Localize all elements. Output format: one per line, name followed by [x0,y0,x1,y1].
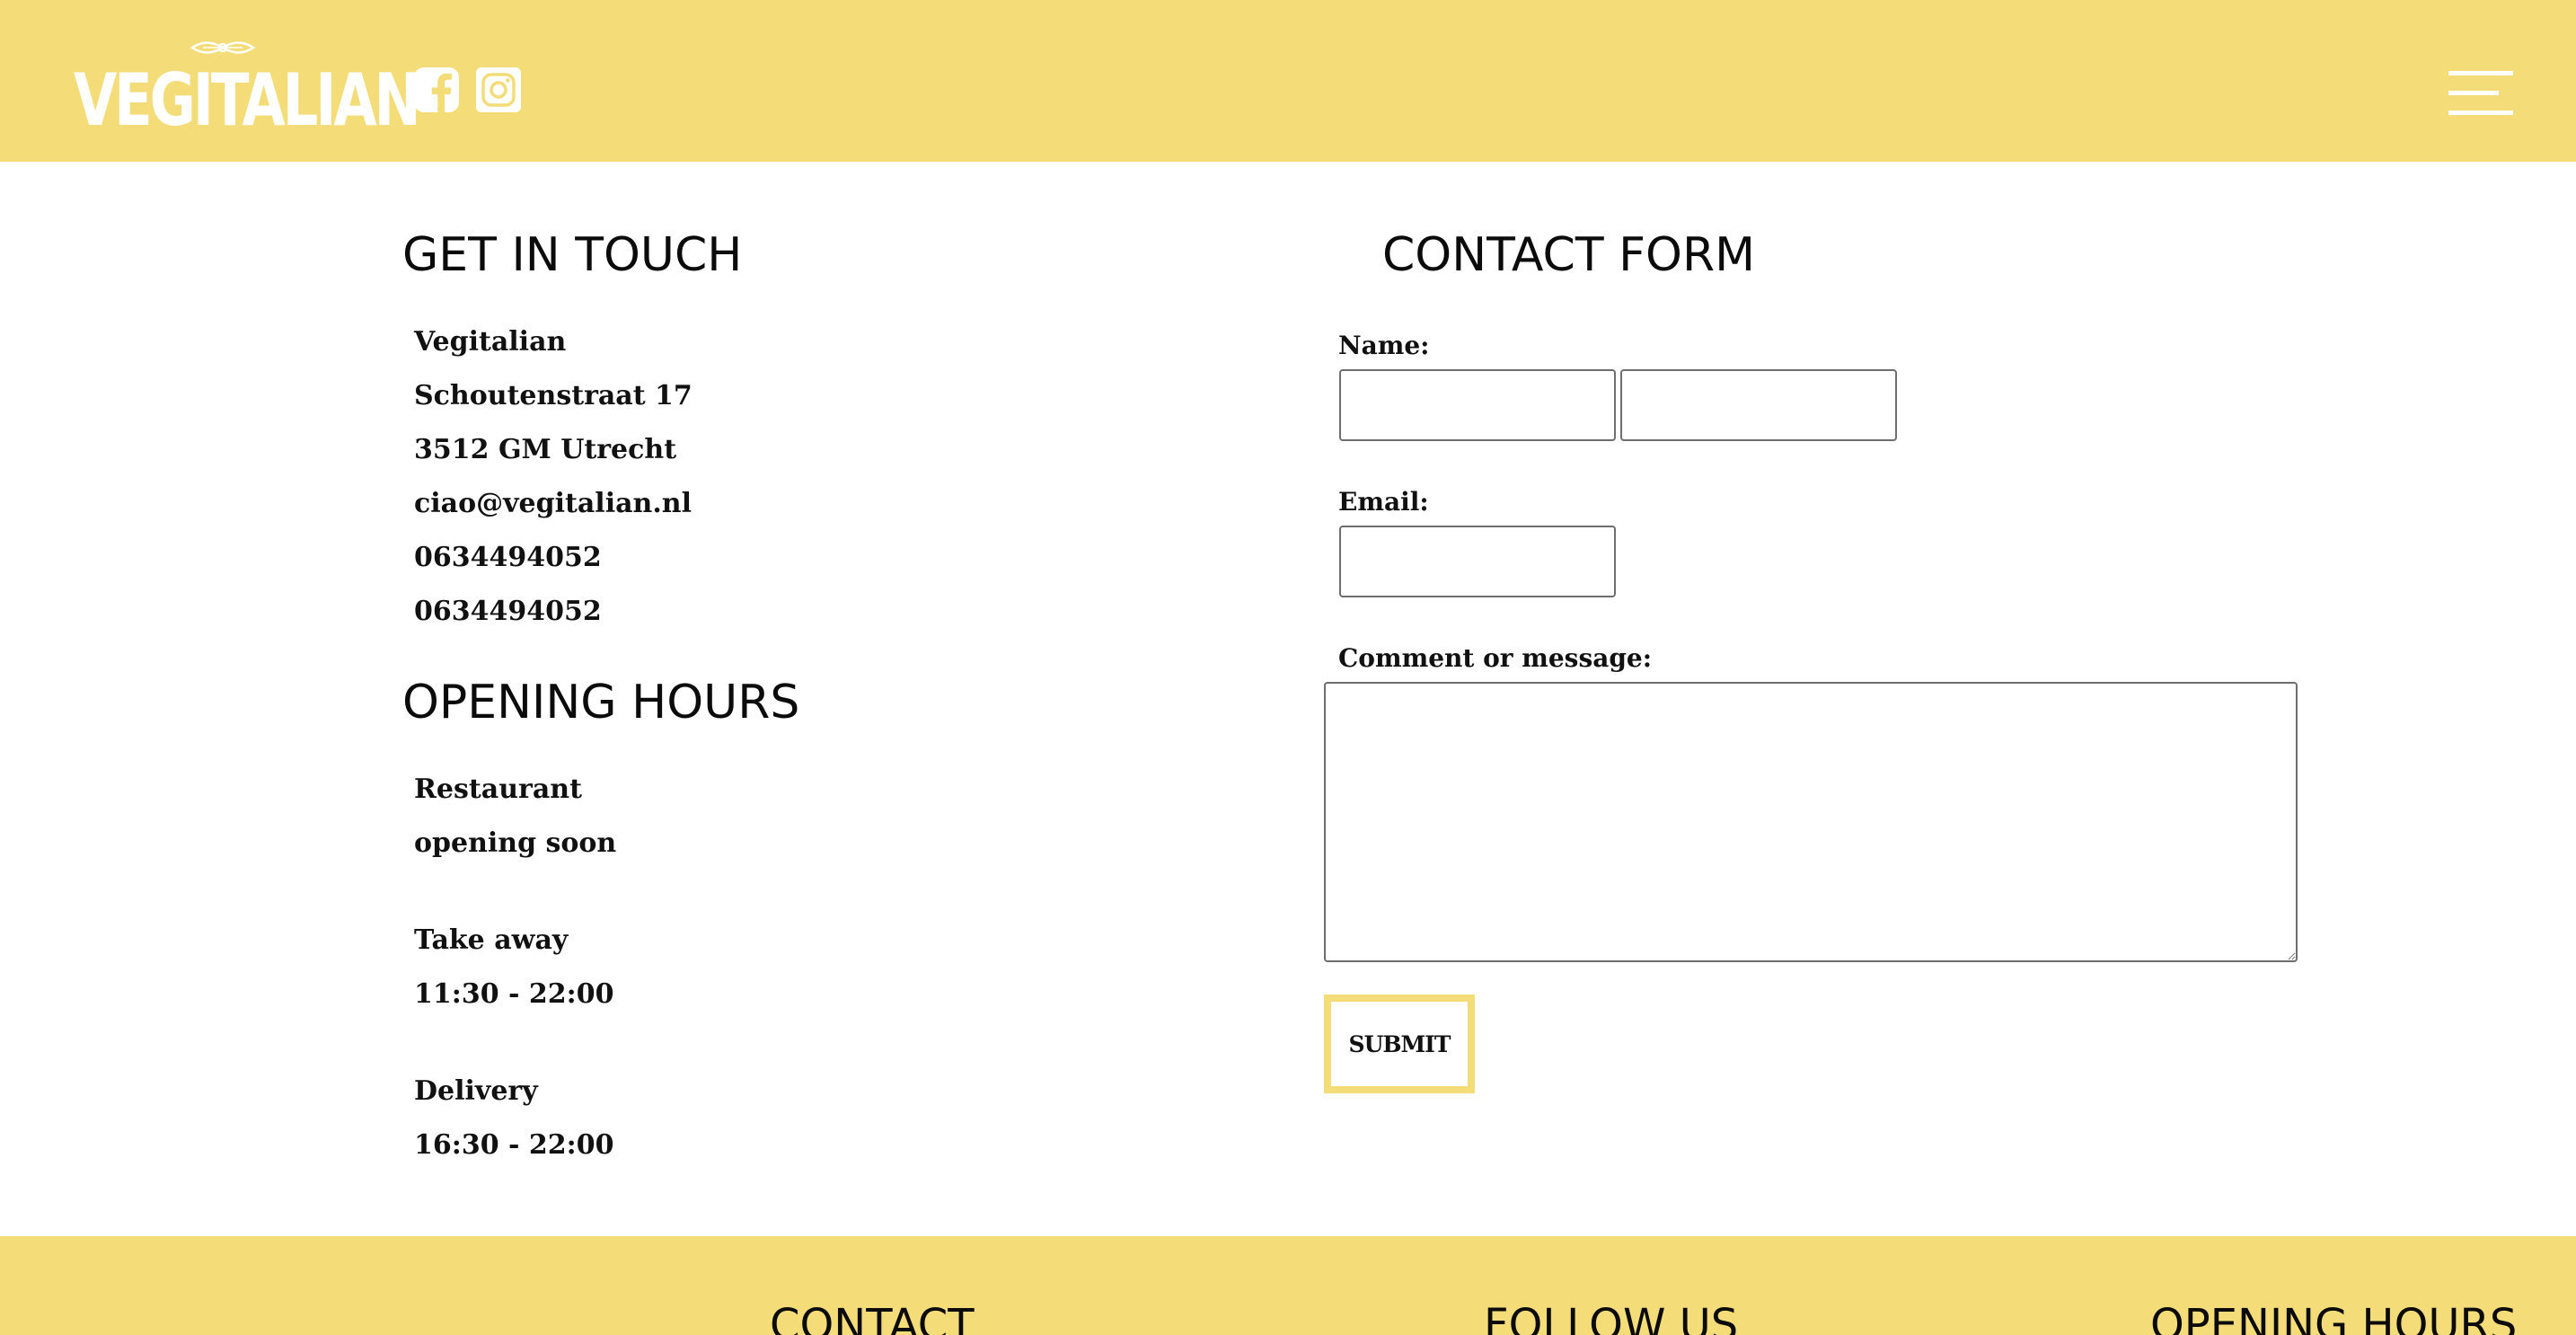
contact-form-title: CONTACT FORM [1382,228,1755,282]
last-name-input[interactable] [1620,369,1897,441]
vegitalian-logo[interactable]: VEGITALIAN [74,38,421,142]
site-footer: CONTACT FOLLOW US OPENING HOURS [0,1236,2576,1335]
message-textarea[interactable] [1324,682,2298,962]
logo-wordmark: VEGITALIAN [74,58,421,142]
phone-number[interactable]: 0634494052 [414,540,602,576]
hours-label-restaurant: Restaurant [414,774,582,805]
phone-number-secondary[interactable]: 0634494052 [414,594,602,630]
facebook-icon[interactable] [412,66,461,114]
footer-heading-follow-us: FOLLOW US [1484,1300,1739,1335]
get-in-touch-title: GET IN TOUCH [402,228,743,282]
postal-city: 3512 GM Utrecht [414,434,677,465]
hours-value-restaurant: opening soon [414,827,617,859]
footer-heading-contact: CONTACT [770,1300,975,1335]
email-input[interactable] [1339,526,1616,597]
email-link[interactable]: ciao@vegitalian.nl [414,486,692,522]
hours-value-delivery: 16:30 - 22:00 [414,1129,614,1161]
logo-ornament-icon [190,41,255,54]
hamburger-menu-icon[interactable] [2448,68,2513,117]
site-header: VEGITALIAN [0,0,2576,162]
name-label: Name: [1338,331,1430,360]
opening-hours-title: OPENING HOURS [402,676,800,729]
hours-label-takeaway: Take away [414,924,569,956]
hours-label-delivery: Delivery [414,1075,538,1107]
hours-value-takeaway: 11:30 - 22:00 [414,978,614,1010]
email-label: Email: [1338,487,1429,517]
submit-button[interactable]: SUBMIT [1324,995,1475,1093]
first-name-input[interactable] [1339,369,1616,441]
instagram-icon[interactable] [474,66,523,114]
message-label: Comment or message: [1338,643,1653,673]
footer-heading-opening-hours: OPENING HOURS [2150,1300,2518,1335]
street-address: Schoutenstraat 17 [414,380,693,411]
business-name: Vegitalian [414,326,567,358]
